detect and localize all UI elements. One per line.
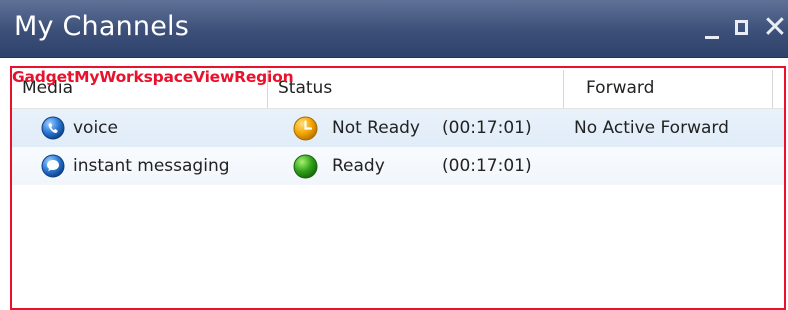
- window-controls: ✕: [692, 10, 788, 46]
- region-outline: [10, 66, 786, 310]
- minimize-button[interactable]: [702, 10, 722, 46]
- maximize-button[interactable]: [732, 10, 754, 46]
- window-title: My Channels: [14, 11, 189, 42]
- title-bar[interactable]: My Channels ✕: [0, 0, 788, 58]
- close-button[interactable]: ✕: [762, 10, 788, 46]
- my-channels-window: My Channels ✕ Media Status Forward voice…: [0, 0, 788, 310]
